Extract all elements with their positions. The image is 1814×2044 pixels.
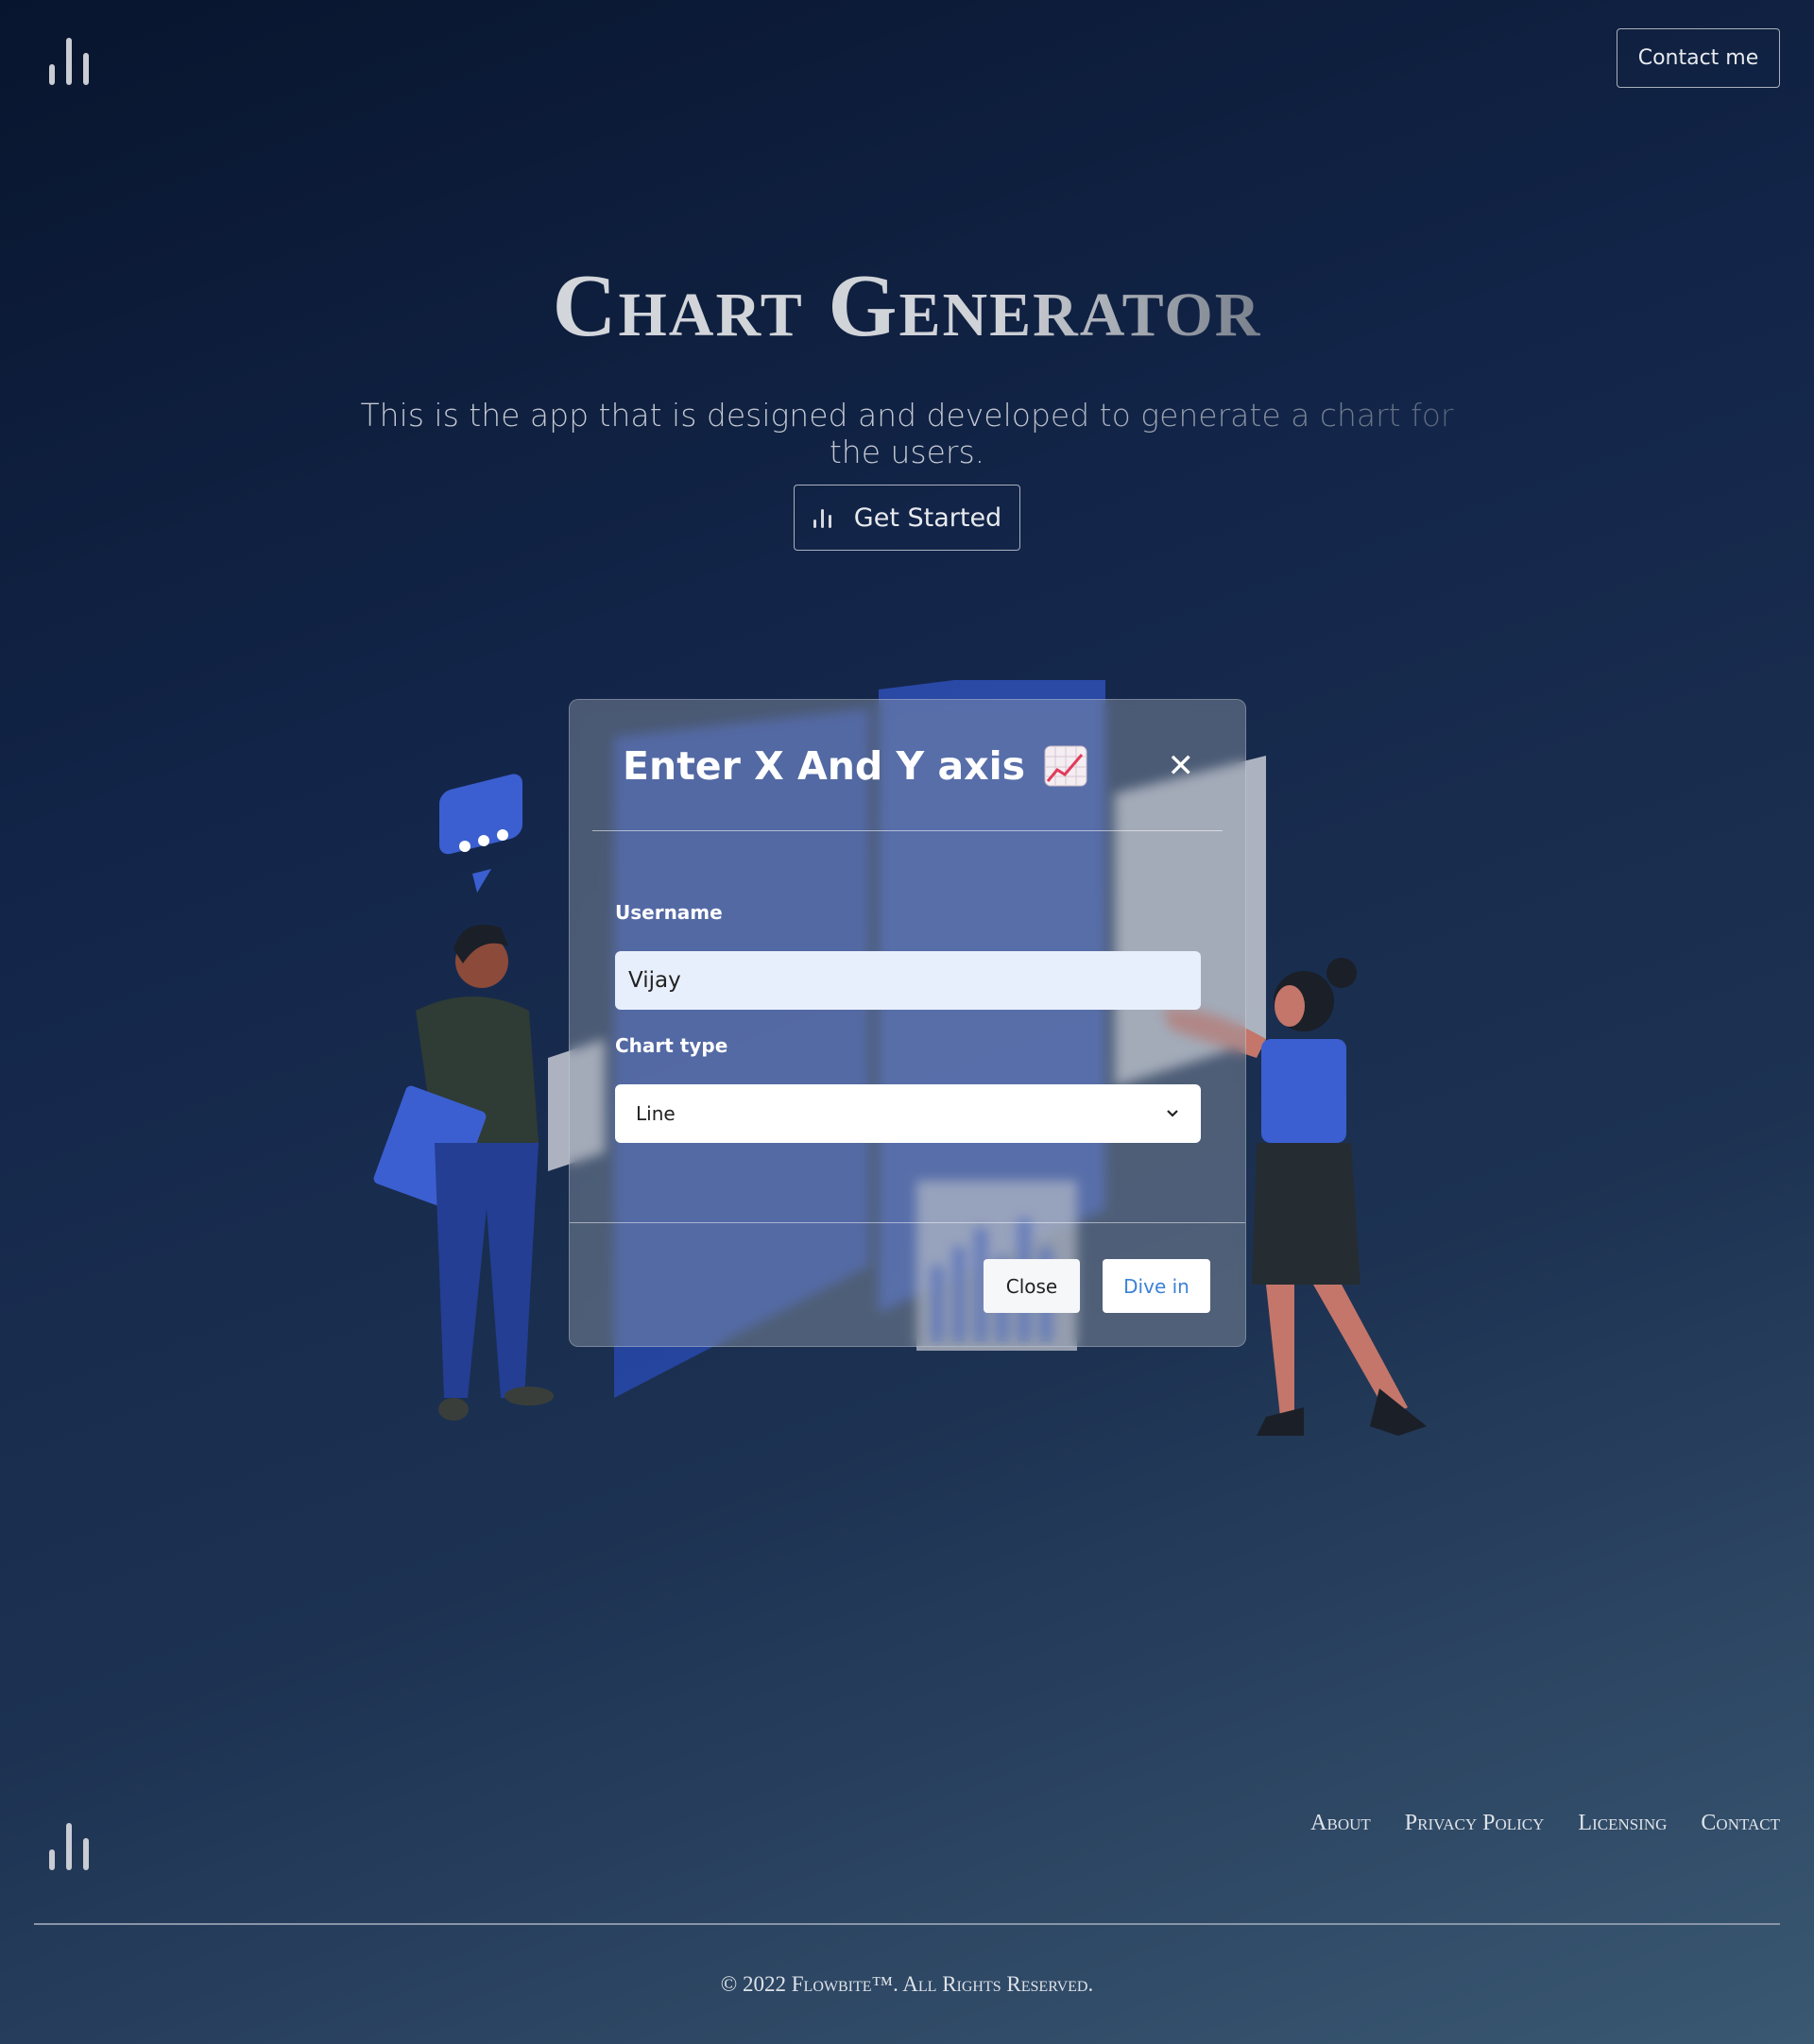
modal-title: Enter X And Y axis [623,743,1026,789]
chart-type-label: Chart type [615,1034,728,1057]
chart-increasing-icon [1044,745,1087,787]
get-started-label: Get Started [853,502,1002,533]
footer-logo-icon[interactable] [47,1814,93,1870]
close-button[interactable]: Close [984,1259,1080,1313]
chat-bubble-icon [439,774,522,893]
modal-header: Enter X And Y axis ✕ [592,738,1223,794]
footer-link-privacy-policy[interactable]: Privacy Policy [1405,1811,1545,1836]
divider [592,830,1223,831]
chevron-down-icon [1167,1110,1178,1117]
get-started-button[interactable]: Get Started [794,485,1020,551]
chart-type-select[interactable]: Line [615,1084,1201,1143]
footer-link-about[interactable]: About [1310,1811,1371,1836]
footer-link-contact[interactable]: Contact [1701,1811,1780,1836]
divider [570,1222,1245,1223]
footer-divider [34,1923,1780,1925]
footer-link-licensing[interactable]: Licensing [1578,1811,1667,1836]
dive-in-button[interactable]: Dive in [1103,1259,1210,1313]
copyright-text: © 2022 Flowbite™. All Rights Reserved. [720,1972,1094,1996]
man-figure [373,924,554,1421]
footer-nav: About Privacy Policy Licensing Contact [1310,1811,1780,1836]
page-title: Chart Generator [0,255,1814,357]
hero-subtitle: This is the app that is designed and dev… [0,397,1814,470]
chart-input-modal: Enter X And Y axis ✕ Username Chart type… [569,699,1246,1347]
username-label: Username [615,901,723,924]
close-icon[interactable]: ✕ [1168,747,1195,785]
bar-chart-icon [813,507,833,528]
username-input[interactable] [615,951,1201,1010]
logo-icon[interactable] [47,28,93,85]
chart-type-selected: Line [636,1102,676,1125]
contact-me-button[interactable]: Contact me [1617,28,1780,88]
